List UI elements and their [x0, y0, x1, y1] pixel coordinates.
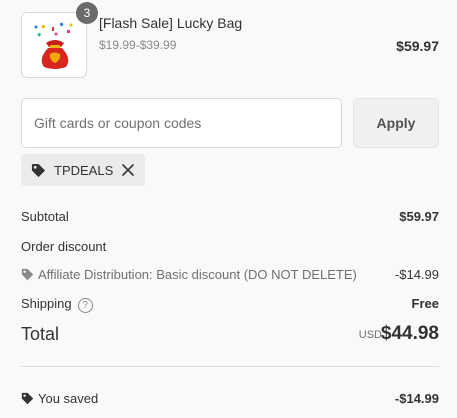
quantity-badge: 3 — [76, 2, 98, 24]
product-thumbnail — [21, 12, 87, 78]
divider — [21, 366, 439, 367]
shipping-value: Free — [411, 296, 439, 311]
total-value: $44.98 — [380, 323, 439, 344]
discount-amount: -$14.99 — [394, 267, 439, 282]
discount-code-label: TPDEALS — [54, 162, 114, 178]
discount-detail-row: Affiliate Distribution: Basic discount (… — [21, 267, 439, 282]
product-line-price: $59.97 — [396, 38, 439, 54]
tag-icon — [31, 163, 46, 177]
close-icon — [122, 164, 135, 176]
shipping-label: Shipping — [21, 296, 72, 311]
tag-icon — [21, 392, 34, 405]
product-variant-price-range: $19.99-$39.99 — [99, 38, 177, 52]
shipping-help-icon[interactable]: ? — [77, 298, 93, 313]
applied-discount-tag: TPDEALS — [21, 154, 146, 186]
total-currency: USD — [358, 329, 382, 341]
shipping-row: Shipping? Free — [21, 296, 439, 313]
subtotal-row: Subtotal $59.97 — [21, 209, 439, 224]
order-discount-label: Order discount — [21, 239, 107, 254]
order-discount-row: Order discount — [21, 239, 439, 254]
product-title: [Flash Sale] Lucky Bag — [99, 15, 243, 31]
you-saved-label: You saved — [38, 391, 99, 406]
discount-name: Affiliate Distribution: Basic discount (… — [38, 267, 357, 282]
savings-row: You saved -$14.99 — [21, 391, 439, 406]
coupon-code-input[interactable] — [21, 98, 342, 148]
subtotal-value: $59.97 — [399, 209, 439, 224]
tag-icon — [21, 268, 34, 281]
apply-coupon-button[interactable]: Apply — [353, 98, 439, 148]
line-item: 3 [Flash Sale] Lucky Bag $19.99-$39.99 $… — [21, 2, 439, 78]
you-saved-value: -$14.99 — [394, 391, 439, 406]
total-label: Total — [21, 324, 60, 344]
remove-discount-button[interactable] — [121, 163, 135, 177]
subtotal-label: Subtotal — [21, 209, 69, 224]
lucky-bag-image — [34, 22, 73, 69]
order-summary: 3 [Flash Sale] Lucky Bag $19.99-$39.99 $… — [0, 0, 457, 418]
